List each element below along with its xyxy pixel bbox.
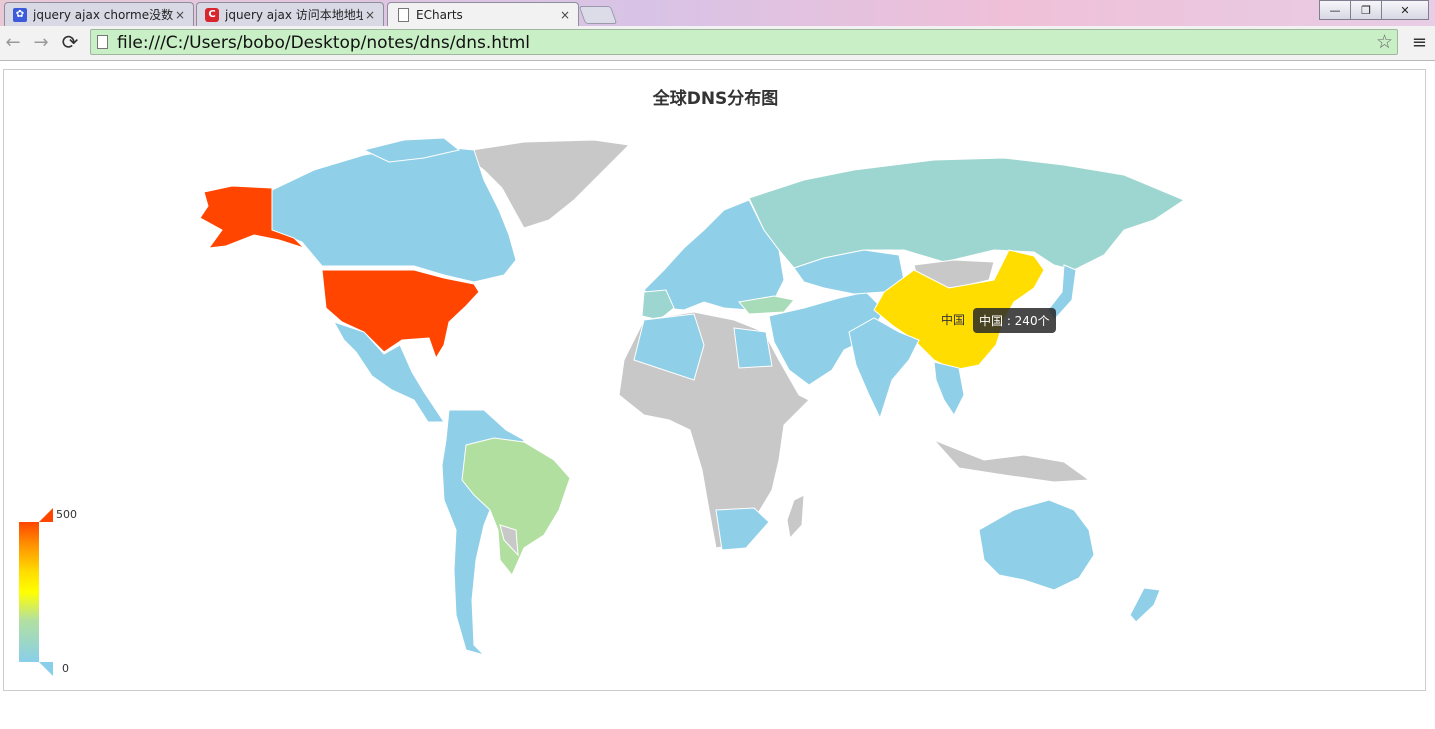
close-icon[interactable]: ×	[363, 8, 377, 22]
visual-map-bar	[19, 522, 39, 662]
browser-toolbar: ← → ⟳ file:///C:/Users/bobo/Desktop/note…	[0, 26, 1435, 61]
region-egypt[interactable]	[733, 327, 773, 369]
region-canada[interactable]	[271, 144, 517, 283]
visual-map-max-handle[interactable]	[39, 508, 53, 522]
tab-jquery-chrome[interactable]: ✿ jquery ajax chorme没数 ×	[4, 2, 194, 26]
visual-map-max-label: 500	[56, 508, 77, 521]
region-south-africa[interactable]	[715, 507, 770, 551]
tab-title: jquery ajax chorme没数	[33, 8, 173, 22]
region-indonesia[interactable]	[933, 439, 1091, 483]
world-map[interactable]	[4, 70, 1427, 692]
minimize-button[interactable]: —	[1319, 0, 1351, 20]
region-usa[interactable]	[321, 269, 480, 360]
close-icon[interactable]: ×	[173, 8, 187, 22]
csdn-c-icon: C	[205, 7, 219, 22]
tab-title: ECharts	[416, 7, 463, 22]
menu-icon[interactable]: ≡	[1412, 32, 1427, 53]
forward-button[interactable]: →	[30, 31, 52, 53]
page-icon	[97, 35, 108, 49]
new-tab-button[interactable]	[578, 6, 618, 24]
visual-map-min-label: 0	[62, 662, 69, 675]
back-button[interactable]: ←	[2, 31, 24, 53]
paw-icon: ✿	[13, 7, 27, 22]
map-tooltip: 中国 : 240个	[973, 308, 1056, 333]
region-madagascar[interactable]	[786, 494, 805, 540]
close-icon[interactable]: ×	[558, 8, 572, 22]
tab-title: jquery ajax 访问本地地址	[225, 8, 363, 22]
url-text[interactable]: file:///C:/Users/bobo/Desktop/notes/dns/…	[117, 33, 530, 53]
region-se-asia[interactable]	[933, 361, 965, 416]
tab-jquery-local[interactable]: C jquery ajax 访问本地地址 ×	[196, 2, 384, 26]
region-australia[interactable]	[978, 499, 1095, 591]
region-label-china: 中国	[941, 313, 966, 327]
page-icon	[396, 7, 410, 22]
restore-button[interactable]: ❐	[1350, 0, 1382, 20]
tab-echarts[interactable]: ECharts ×	[387, 2, 579, 26]
tab-strip: ✿ jquery ajax chorme没数 × C jquery ajax 访…	[0, 0, 1435, 26]
bookmark-star-icon[interactable]: ☆	[1376, 31, 1393, 53]
reload-button[interactable]: ⟳	[59, 30, 81, 54]
region-new-zealand[interactable]	[1129, 587, 1161, 623]
close-window-button[interactable]: ✕	[1381, 0, 1429, 20]
region-russia[interactable]	[748, 157, 1186, 271]
visual-map-min-handle[interactable]	[39, 662, 53, 676]
echarts-container: 全球DNS分布图 500 0 中国 中国: 240个	[3, 69, 1426, 691]
address-bar[interactable]: file:///C:/Users/bobo/Desktop/notes/dns/…	[90, 29, 1398, 55]
window-controls: — ❐ ✕	[1319, 0, 1429, 20]
